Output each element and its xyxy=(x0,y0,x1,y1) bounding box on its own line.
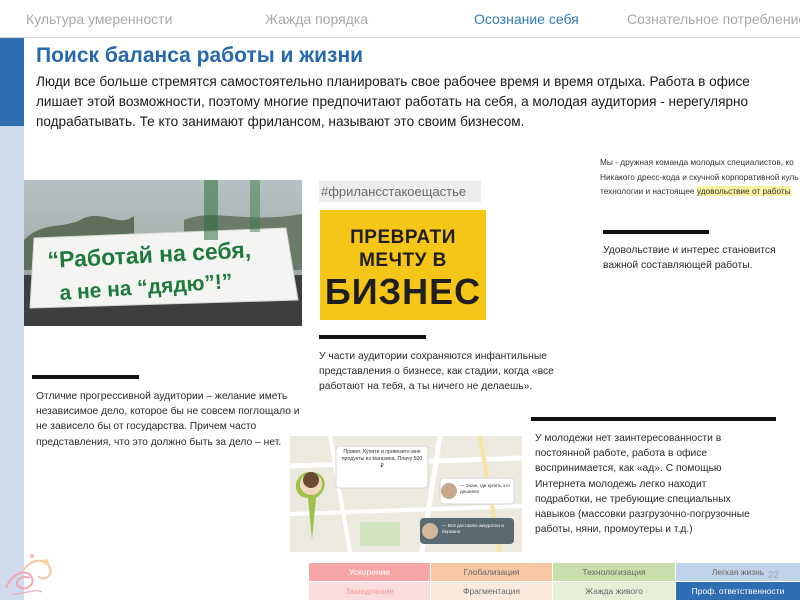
protest-banner-photo: “Работай на себя, а не на “дядю”!” xyxy=(24,180,302,326)
tag-fragmentation[interactable]: Фрагментация xyxy=(431,582,552,600)
progressive-audience-caption: Отличие прогрессивной аудитории – желани… xyxy=(36,391,300,448)
tag-globalization[interactable]: Глобализация xyxy=(431,563,552,581)
divider-rule xyxy=(319,335,426,339)
decorative-swirl-icon xyxy=(5,554,52,595)
business-card-line-1: ПРЕВРАТИ xyxy=(350,227,456,248)
business-card-line-2: МЕЧТУ В xyxy=(359,250,447,271)
top-navigation: Культура умеренности Жажда порядка Осозн… xyxy=(0,0,800,38)
team-snippet-line-2: Никакого дресс-кода и скучной корпоратив… xyxy=(600,171,799,182)
left-side-accent xyxy=(0,38,24,126)
satisfaction-caption: Удовольствие и интерес становится важной… xyxy=(603,245,776,272)
page-number: 22 xyxy=(768,570,780,581)
turn-dream-into-business-card: ПРЕВРАТИ МЕЧТУ В БИЗНЕС xyxy=(320,210,486,320)
map-delivery-bubble: — Всё доставлю аккуратно и бережно xyxy=(442,523,504,534)
divider-rule xyxy=(32,375,139,379)
trend-tag-grid: Ускорение Глобализация Технологизация Ле… xyxy=(309,563,800,600)
tag-acceleration[interactable]: Ускорение xyxy=(309,563,430,581)
business-card-line-3: БИЗНЕС xyxy=(324,271,482,312)
team-snippet-line-3: технологии и настоящее удовольствие от р… xyxy=(600,184,800,199)
map-request-bubble: Привет. Купите и привезите мне продукты … xyxy=(341,449,423,469)
tab-self-awareness[interactable]: Осознание себя xyxy=(474,11,579,27)
youth-work-caption: У молодежи нет заинтересованности в пост… xyxy=(535,433,750,536)
page-title: Поиск баланса работы и жизни xyxy=(36,44,364,67)
tab-culture-of-moderation[interactable]: Культура умеренности xyxy=(26,11,172,27)
tag-thirst-for-living[interactable]: Жажда живого xyxy=(553,582,675,600)
intro-paragraph: Люди все больше стремятся самостоятельно… xyxy=(36,74,750,129)
tag-easy-life[interactable]: Легкая жизнь xyxy=(676,563,800,581)
tag-deceleration[interactable]: Замедление xyxy=(309,582,430,600)
team-snippet-highlight: удовольствие от работы xyxy=(696,186,791,196)
team-snippet-line-3-text: технологии и настоящее xyxy=(600,186,697,196)
tag-technologization[interactable]: Технологизация xyxy=(553,563,675,581)
tab-conscious-consumption[interactable]: Сознательное потребление xyxy=(627,11,800,27)
divider-rule xyxy=(531,417,776,421)
map-offer-bubble: — Знаю, где купить это дешевле xyxy=(460,483,510,494)
divider-rule xyxy=(603,230,709,234)
team-snippet-line-1: Мы - дружная команда молодых специалисто… xyxy=(600,157,794,167)
tag-professional-responsibility[interactable]: Проф. ответственности xyxy=(676,582,800,600)
team-description-snippet: Мы - дружная команда молодых специалисто… xyxy=(600,155,800,200)
hashtag-label: #фрилансстакоещастье xyxy=(319,181,481,202)
tab-thirst-for-order[interactable]: Жажда порядка xyxy=(265,11,368,27)
delivery-app-map-image: Привет. Купите и привезите мне продукты … xyxy=(290,436,522,552)
infantile-business-caption: У части аудитории сохраняются инфантильн… xyxy=(319,351,554,393)
